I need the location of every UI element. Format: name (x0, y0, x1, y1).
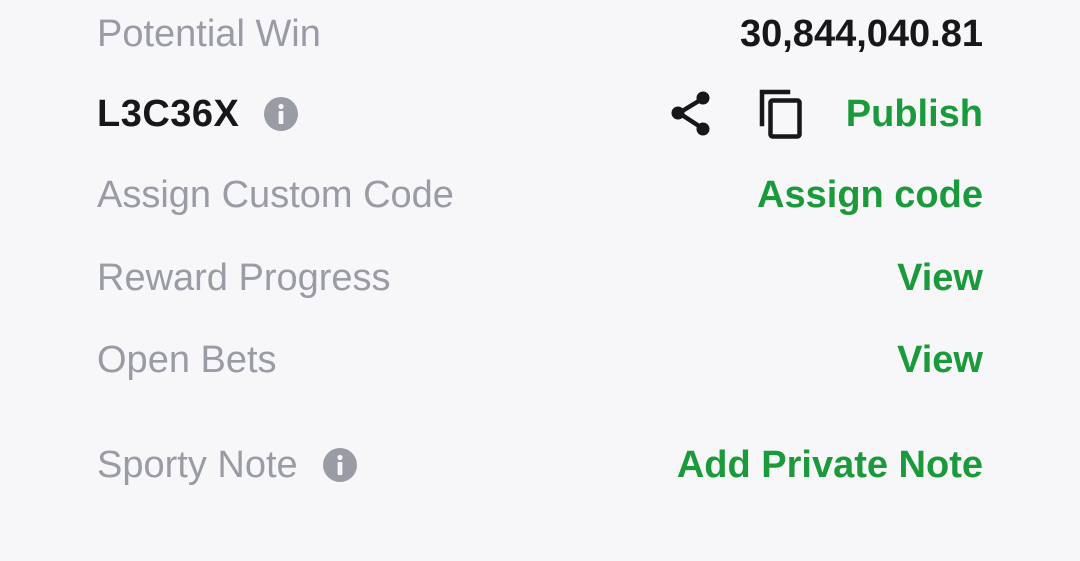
info-icon[interactable] (263, 96, 299, 132)
sporty-note-row: Sporty Note Add Private Note (97, 442, 983, 488)
reward-progress-view-button[interactable]: View (897, 257, 983, 300)
potential-win-label: Potential Win (97, 12, 321, 55)
bet-details-panel: Potential Win 30,844,040.81 L3C36X Publi… (0, 0, 1080, 561)
booking-code-group: L3C36X (97, 93, 299, 136)
publish-button[interactable]: Publish (846, 93, 983, 136)
open-bets-row: Open Bets View (97, 338, 983, 382)
copy-icon[interactable] (758, 88, 804, 140)
booking-code: L3C36X (97, 92, 240, 135)
assign-code-button[interactable]: Assign code (757, 174, 983, 217)
potential-win-row: Potential Win 30,844,040.81 (97, 12, 983, 56)
info-icon[interactable] (322, 447, 358, 483)
add-private-note-button[interactable]: Add Private Note (677, 444, 983, 487)
sporty-note-label: Sporty Note (97, 443, 298, 486)
custom-code-row: Assign Custom Code Assign code (97, 173, 983, 217)
share-icon[interactable] (668, 90, 714, 138)
booking-code-row: L3C36X Publish (97, 88, 983, 140)
sporty-note-group: Sporty Note (97, 444, 358, 487)
booking-actions: Publish (668, 88, 983, 140)
open-bets-view-button[interactable]: View (897, 339, 983, 382)
potential-win-value: 30,844,040.81 (739, 12, 983, 55)
reward-progress-label: Reward Progress (97, 256, 391, 299)
custom-code-label: Assign Custom Code (97, 173, 454, 216)
reward-progress-row: Reward Progress View (97, 256, 983, 300)
open-bets-label: Open Bets (97, 338, 277, 381)
